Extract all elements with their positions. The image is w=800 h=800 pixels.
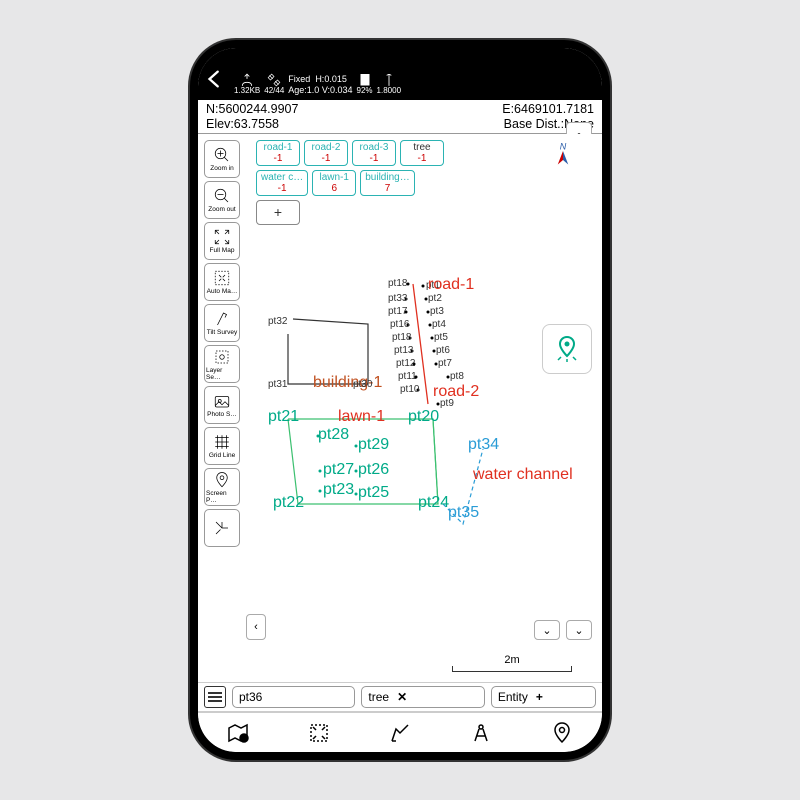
full-map-button[interactable]: Full Map [204,222,240,260]
svg-text:N: N [560,142,567,152]
code-field[interactable]: tree✕ [361,686,484,708]
scale-bar: 2m [452,654,572,672]
svg-text:pt21: pt21 [268,408,299,425]
battery-percent: 92% [357,87,373,96]
svg-text:pt4: pt4 [432,319,446,330]
svg-text:pt10: pt10 [400,384,420,395]
nav-extent-button[interactable] [299,716,339,750]
svg-text:pt20: pt20 [408,408,439,425]
antenna-height: 1.8000 [377,87,401,96]
satellite-count: 42/44 [264,87,284,96]
svg-text:pt29: pt29 [358,436,389,453]
elevation-value: Elev:63.7558 [206,117,279,131]
data-rate-indicator: 1.32KB [234,73,260,96]
data-rate-value: 1.32KB [234,87,260,96]
auto-map-button[interactable]: Auto Ma… [204,263,240,301]
svg-text:pt6: pt6 [436,345,450,356]
battery-indicator: 92% [357,71,373,96]
solution-type: Fixed [288,74,310,84]
layer-chip-tree[interactable]: tree-1 [400,140,444,166]
scale-label: 2m [452,654,572,666]
next-point-button[interactable]: ⌄ [566,620,592,640]
side-toolbar: Zoom in Zoom out Full Map Auto Ma… Tilt … [204,140,240,547]
northing-value: N:5600244.9907 [206,102,298,116]
nav-measure-button[interactable] [461,716,501,750]
phone-notch [320,48,480,74]
svg-text:pt17: pt17 [388,306,408,317]
svg-text:pt11: pt11 [398,371,417,382]
svg-text:road-1: road-1 [428,276,474,293]
clear-code-icon[interactable]: ✕ [397,690,407,704]
panel-left-toggle[interactable]: ‹ [246,614,266,640]
svg-text:pt25: pt25 [358,484,389,501]
svg-text:water channel: water channel [472,466,573,483]
svg-text:pt22: pt22 [273,494,304,511]
coordinates-panel: N:5600244.9907 E:6469101.7181 Elev:63.75… [198,100,602,134]
svg-text:pt28: pt28 [318,426,349,443]
svg-text:pt16: pt16 [390,319,410,330]
svg-text:pt31: pt31 [268,379,288,390]
entity-field[interactable]: Entity+ [491,686,596,708]
svg-text:pt24: pt24 [418,494,449,511]
snap-tool-button[interactable] [204,509,240,547]
svg-text:pt35: pt35 [448,504,479,521]
svg-text:pt34: pt34 [468,436,499,453]
svg-text:pt26: pt26 [358,461,389,478]
satellite-indicator: 42/44 [264,73,284,96]
svg-text:pt30: pt30 [353,379,373,390]
antenna-indicator: 1.8000 [377,73,401,96]
easting-value: E:6469101.7181 [502,102,594,116]
layer-select-button[interactable]: Layer Se… [204,345,240,383]
layer-chip-lawn-1[interactable]: lawn-16 [312,170,356,196]
svg-text:pt5: pt5 [434,332,448,343]
age-value: Age:1.0 [288,85,319,95]
nav-draw-button[interactable] [380,716,420,750]
nav-stakeout-button[interactable] [542,716,582,750]
point-name-field[interactable]: pt36 [232,686,355,708]
app-screen: 1.32KB 42/44 Fixed H:0.015 Age:1.0 V:0.0… [198,48,602,752]
zoom-in-button[interactable]: Zoom in [204,140,240,178]
svg-text:pt12: pt12 [396,358,416,369]
phone-frame: 1.32KB 42/44 Fixed H:0.015 Age:1.0 V:0.0… [190,40,610,760]
screen-point-button[interactable]: Screen P… [204,468,240,506]
layer-chip-road-1[interactable]: road-1-1 [256,140,300,166]
compass-icon[interactable]: N [548,142,578,172]
svg-text:pt33: pt33 [388,293,408,304]
solution-status: Fixed H:0.015 Age:1.0 V:0.034 [288,74,352,96]
nav-settings-button[interactable] [218,716,258,750]
h-accuracy: H:0.015 [315,74,347,84]
back-icon[interactable] [204,68,226,90]
svg-text:pt3: pt3 [430,306,444,317]
bottom-fields: pt36 tree✕ Entity+ [198,682,602,712]
layer-chip-road-3[interactable]: road-3-1 [352,140,396,166]
svg-text:pt7: pt7 [438,358,452,369]
zoom-out-button[interactable]: Zoom out [204,181,240,219]
grid-line-button[interactable]: Grid Line [204,427,240,465]
svg-text:road-2: road-2 [433,383,479,400]
svg-text:pt13: pt13 [394,345,414,356]
add-entity-icon[interactable]: + [536,690,543,704]
svg-text:pt18: pt18 [392,332,412,343]
survey-drawing: pt18 pt1 pt33 pt2 pt17 pt3 pt16 pt4 pt18… [238,204,578,584]
layer-chip-road-2[interactable]: road-2-1 [304,140,348,166]
tilt-survey-button[interactable]: Tilt Survey [204,304,240,342]
list-menu-icon[interactable] [204,686,226,708]
v-accuracy: V:0.034 [322,85,353,95]
svg-text:pt2: pt2 [428,293,442,304]
svg-text:pt23: pt23 [323,481,354,498]
map-view[interactable]: road-1-1 road-2-1 road-3-1 tree-1 water … [198,134,602,682]
svg-text:pt8: pt8 [450,371,464,382]
svg-text:lawn-1: lawn-1 [338,408,385,425]
photo-survey-button[interactable]: Photo S… [204,386,240,424]
svg-text:pt27: pt27 [323,461,354,478]
layer-chip-building[interactable]: building…7 [360,170,414,196]
svg-text:pt18: pt18 [388,278,408,289]
svg-text:pt32: pt32 [268,316,288,327]
layer-chip-water[interactable]: water c…-1 [256,170,308,196]
bottom-nav [198,712,602,752]
prev-point-button[interactable]: ⌄ [534,620,560,640]
